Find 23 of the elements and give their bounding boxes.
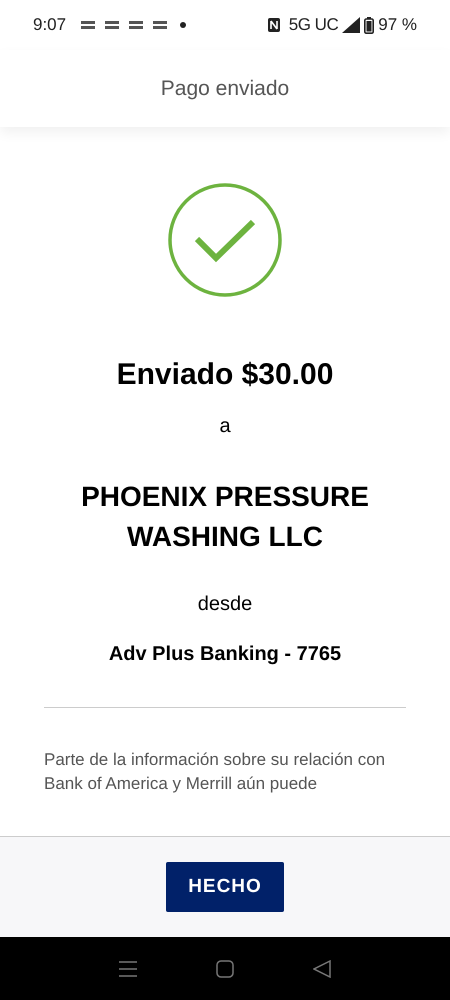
network-label: 5G UC <box>288 14 338 36</box>
account-name: Adv Plus Banking - 7765 <box>108 642 342 667</box>
battery-percent: 97 % <box>378 14 417 36</box>
done-button[interactable]: HECHO <box>166 862 284 912</box>
recipient-name: PHOENIX PRESSURE WASHING LLC <box>80 480 370 554</box>
to-label: a <box>219 414 231 439</box>
notification-icon <box>128 20 144 30</box>
home-icon[interactable] <box>216 960 234 978</box>
checkmark-circle-icon <box>168 183 282 297</box>
back-icon[interactable] <box>312 960 331 978</box>
sent-amount-heading: Enviado $30.00 <box>116 357 334 393</box>
battery-icon <box>364 16 374 34</box>
from-label: desde <box>198 592 252 617</box>
notification-icon <box>152 20 168 30</box>
status-time: 9:07 <box>33 14 66 36</box>
nfc-icon <box>266 17 281 33</box>
notification-icon <box>80 20 96 30</box>
dot-icon <box>180 22 186 28</box>
page-title: Pago enviado <box>160 76 290 102</box>
signal-icon <box>342 17 360 33</box>
menu-icon[interactable] <box>119 960 138 976</box>
disclosure-text: Parte de la información sobre su relación con Bank of America y Merrill aún puede <box>44 749 386 795</box>
notification-icon <box>104 20 120 30</box>
